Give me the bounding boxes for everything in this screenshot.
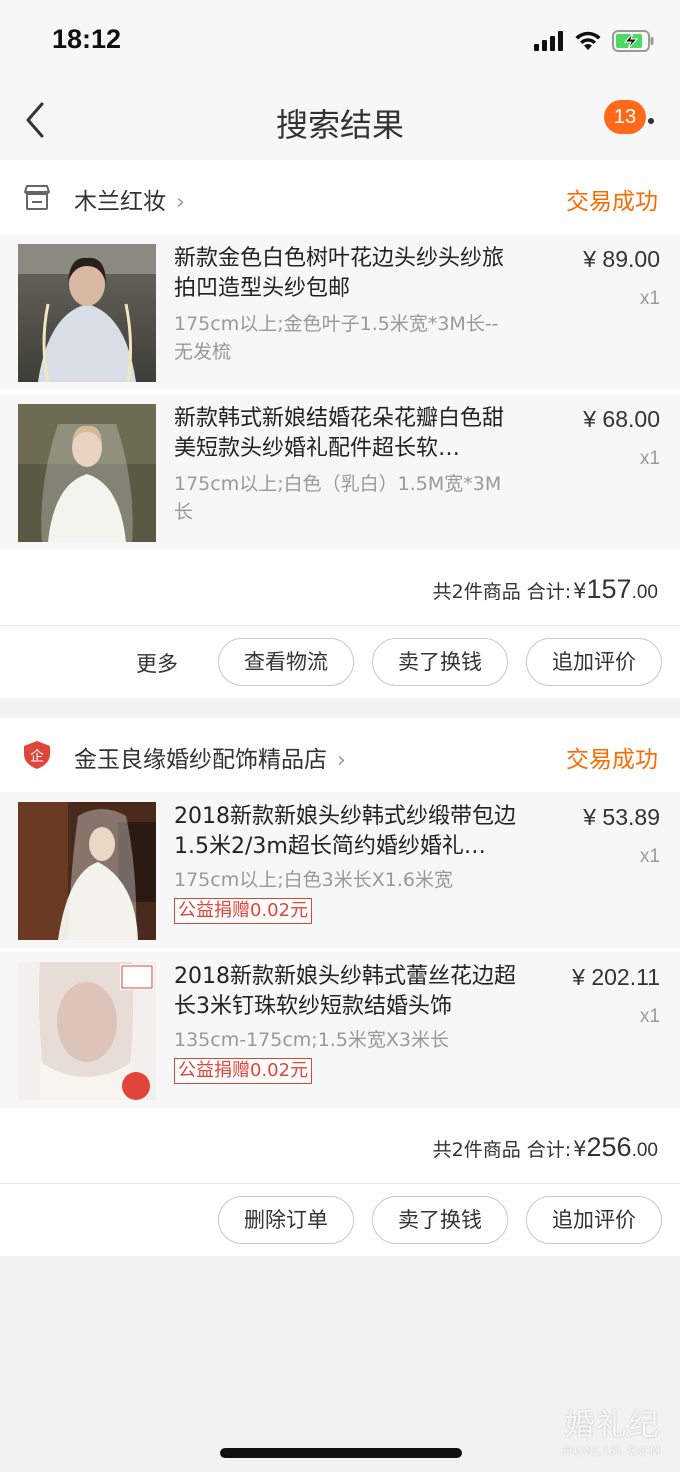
watermark: 婚礼纪 HUNLIJI.COM xyxy=(563,1400,662,1458)
item-spec: 175cm以上;白色3米长X1.6米宽 xyxy=(174,869,453,891)
order-item[interactable]: 2018新款新娘头纱韩式纱缎带包边1.5米2/3m超长简约婚纱婚礼… 175cm… xyxy=(0,792,680,952)
item-price: ¥ 68.00 xyxy=(583,406,660,432)
battery-charging-icon xyxy=(612,30,654,52)
page-title: 搜索结果 xyxy=(275,106,404,144)
watermark-logo: 婚礼纪 xyxy=(564,1408,661,1443)
order-total-text: 共2件商品 合计:¥256.00 xyxy=(432,1132,658,1162)
order-actions: 删除订单 卖了换钱 追加评价 xyxy=(0,1184,680,1256)
svg-text:企: 企 xyxy=(30,748,44,765)
store-name: 木兰红妆 › xyxy=(74,189,185,215)
item-price: ¥ 89.00 xyxy=(583,246,660,272)
order-total-text: 共2件商品 合计:¥157.00 xyxy=(432,574,658,604)
home-indicator[interactable] xyxy=(220,1448,462,1458)
item-title: 2018新款新娘头纱韩式纱缎带包边1.5米2/3m超长简约婚纱婚礼… xyxy=(174,804,516,859)
view-logistics-button[interactable]: 查看物流 xyxy=(218,638,354,686)
shop-icon xyxy=(24,185,50,210)
delete-order-button[interactable]: 删除订单 xyxy=(218,1196,354,1244)
more-actions-link[interactable]: 更多 xyxy=(136,648,178,678)
store-name: 金玉良缘婚纱配饰精品店 › xyxy=(74,747,346,773)
store-header[interactable]: 木兰红妆 › 交易成功 xyxy=(0,160,680,234)
status-icons xyxy=(534,30,654,52)
item-title: 2018新款新娘头纱韩式蕾丝花边超长3米钉珠软纱短款结婚头饰 xyxy=(174,964,516,1019)
status-time: 18:12 xyxy=(52,24,122,54)
item-title: 新款韩式新娘结婚花朵花瓣白色甜美短款头纱婚礼配件超长软… xyxy=(174,406,505,461)
order-item[interactable]: 新款金色白色树叶花边头纱头纱旅拍凹造型头纱包邮 175cm以上;金色叶子1.5米… xyxy=(0,234,680,394)
item-title: 新款金色白色树叶花边头纱头纱旅拍凹造型头纱包邮 xyxy=(174,246,505,301)
order-total: 共2件商品 合计:¥256.00 xyxy=(0,1112,680,1184)
message-badge: 13 xyxy=(604,100,646,134)
more-button[interactable]: 13 xyxy=(604,100,660,144)
add-review-button[interactable]: 追加评价 xyxy=(526,638,662,686)
charity-badge: 公益捐赠0.02元 xyxy=(174,1058,313,1084)
item-quantity: x1 xyxy=(639,448,660,469)
item-quantity: x1 xyxy=(639,846,660,867)
order-status: 交易成功 xyxy=(566,747,658,773)
signal-icon xyxy=(534,31,563,51)
item-quantity: x1 xyxy=(639,288,660,309)
add-review-button[interactable]: 追加评价 xyxy=(526,1196,662,1244)
order-actions: 更多 查看物流 卖了换钱 追加评价 xyxy=(0,626,680,698)
product-image xyxy=(18,244,156,382)
resell-button[interactable]: 卖了换钱 xyxy=(372,1196,508,1244)
item-quantity: x1 xyxy=(639,1006,660,1027)
order-card: 木兰红妆 › 交易成功 新款金色白色树叶花边头纱头纱旅拍凹造型头纱包邮 175c… xyxy=(0,160,680,698)
resell-button[interactable]: 卖了换钱 xyxy=(372,638,508,686)
product-image xyxy=(18,962,156,1100)
nav-bar: 搜索结果 13 xyxy=(0,84,680,160)
charity-badge: 公益捐赠0.02元 xyxy=(174,898,313,924)
product-image xyxy=(18,802,156,940)
status-bar: 18:12 xyxy=(0,0,680,84)
watermark-url: HUNLIJI.COM xyxy=(563,1444,662,1458)
order-status: 交易成功 xyxy=(566,189,658,215)
product-image xyxy=(18,404,156,542)
item-spec: 175cm以上;金色叶子1.5米宽*3M长--无发梳 xyxy=(174,313,499,363)
item-price: ¥ 202.11 xyxy=(572,964,660,990)
chevron-right-icon: › xyxy=(337,748,346,773)
item-spec: 175cm以上;白色（乳白）1.5M宽*3M长 xyxy=(174,473,502,523)
item-price: ¥ 53.89 xyxy=(583,804,660,830)
order-total: 共2件商品 合计:¥157.00 xyxy=(0,554,680,626)
chevron-right-icon: › xyxy=(176,190,185,215)
item-spec: 135cm-175cm;1.5米宽X3米长 xyxy=(174,1029,450,1051)
order-card: 企 金玉良缘婚纱配饰精品店 › 交易成功 2018新款新娘头纱韩式纱缎带包边1.5… xyxy=(0,718,680,1256)
order-item[interactable]: 新款韩式新娘结婚花朵花瓣白色甜美短款头纱婚礼配件超长软… 175cm以上;白色（… xyxy=(0,394,680,554)
store-header[interactable]: 企 金玉良缘婚纱配饰精品店 › 交易成功 xyxy=(0,718,680,792)
wifi-icon xyxy=(575,31,601,50)
order-item[interactable]: 2018新款新娘头纱韩式蕾丝花边超长3米钉珠软纱短款结婚头饰 135cm-175… xyxy=(0,952,680,1112)
enterprise-shield-icon: 企 xyxy=(24,741,50,769)
